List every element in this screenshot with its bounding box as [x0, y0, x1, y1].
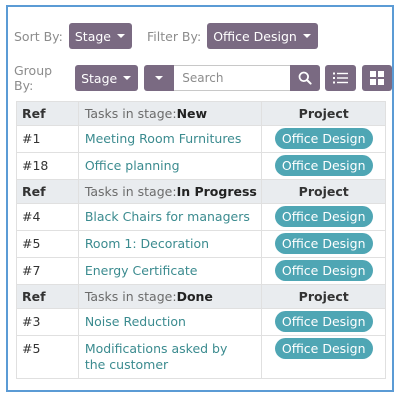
filter-by-dropdown[interactable]: Office Design: [207, 23, 318, 49]
task-name-link[interactable]: Black Chairs for managers: [77, 203, 263, 231]
stage-prefix: Tasks in stage:: [84, 288, 177, 304]
search-input[interactable]: [174, 65, 291, 91]
project-cell: Office Design: [261, 230, 386, 258]
task-ref: #1: [16, 125, 79, 153]
ref-column-header: Ref: [16, 101, 79, 126]
group-header-row: Ref Tasks in stage:In Progress Project: [16, 179, 386, 204]
grid-view-icon: [369, 71, 384, 85]
group-header-row: Ref Tasks in stage:Done Project: [16, 284, 386, 309]
task-name-link[interactable]: Modifications asked by the customer: [77, 335, 263, 379]
group-header-row: Ref Tasks in stage:New Project: [16, 101, 386, 126]
sort-filter-bar: Sort By: Stage Filter By: Office Design: [14, 23, 318, 49]
task-name-link[interactable]: Office planning: [77, 152, 263, 180]
task-row[interactable]: #18 Office planning Office Design: [16, 152, 386, 180]
grid-view-button[interactable]: [361, 65, 392, 91]
project-cell: Office Design: [261, 203, 386, 231]
stage-header: Tasks in stage:New: [77, 101, 263, 126]
caret-down-icon: [123, 76, 132, 80]
magnifier-icon: [298, 71, 312, 85]
sort-by-label: Sort By:: [14, 28, 63, 44]
group-search-bar: Group By: Stage: [14, 63, 392, 93]
ref-column-header: Ref: [16, 284, 79, 309]
project-column-header: Project: [261, 179, 386, 204]
sort-by-dropdown[interactable]: Stage: [68, 23, 132, 49]
stage-prefix: Tasks in stage:: [84, 183, 177, 199]
search-button[interactable]: [290, 65, 321, 91]
task-row[interactable]: #1 Meeting Room Furnitures Office Design: [16, 125, 386, 153]
project-column-header: Project: [261, 284, 386, 309]
project-badge[interactable]: Office Design: [274, 155, 373, 176]
task-ref: #5: [16, 335, 79, 379]
stage-prefix: Tasks in stage:: [84, 105, 177, 121]
project-cell: Office Design: [261, 308, 386, 336]
sort-by-value: Stage: [74, 28, 111, 44]
stage-header: Tasks in stage:In Progress: [77, 179, 263, 204]
filter-by-value: Office Design: [213, 28, 297, 44]
search-group: [144, 65, 321, 91]
ref-column-header: Ref: [16, 179, 79, 204]
caret-down-icon: [117, 34, 125, 38]
task-row[interactable]: #7 Energy Certificate Office Design: [16, 257, 386, 285]
list-view-icon: [332, 72, 348, 84]
task-row[interactable]: #4 Black Chairs for managers Office Desi…: [16, 203, 386, 231]
task-name-link[interactable]: Energy Certificate: [77, 257, 263, 285]
group-by-label: Group By:: [14, 63, 53, 93]
project-badge[interactable]: Office Design: [274, 233, 373, 254]
task-row[interactable]: #3 Noise Reduction Office Design: [16, 308, 386, 336]
task-row[interactable]: #5 Room 1: Decoration Office Design: [16, 230, 386, 258]
project-cell: Office Design: [261, 125, 386, 153]
task-name-link[interactable]: Noise Reduction: [77, 308, 263, 336]
task-row[interactable]: #5 Modifications asked by the customer O…: [16, 335, 386, 379]
task-ref: #7: [16, 257, 79, 285]
list-view-button[interactable]: [325, 65, 356, 91]
task-ref: #5: [16, 230, 79, 258]
filter-by-label: Filter By:: [147, 28, 202, 44]
project-badge[interactable]: Office Design: [274, 338, 373, 359]
tasks-table: Ref Tasks in stage:New Project #1 Meetin…: [16, 101, 386, 379]
project-column-header: Project: [261, 101, 386, 126]
stage-name: New: [176, 105, 208, 121]
task-panel: Sort By: Stage Filter By: Office Design …: [6, 5, 394, 392]
stage-name: Done: [176, 288, 213, 304]
project-cell: Office Design: [261, 152, 386, 180]
project-cell: Office Design: [261, 257, 386, 285]
project-badge[interactable]: Office Design: [274, 206, 373, 227]
task-ref: #3: [16, 308, 79, 336]
caret-down-icon: [155, 76, 164, 80]
caret-down-icon: [302, 34, 311, 38]
task-name-link[interactable]: Meeting Room Furnitures: [77, 125, 263, 153]
search-filter-toggle-button[interactable]: [144, 65, 175, 91]
group-by-value: Stage: [81, 70, 118, 86]
stage-name: In Progress: [176, 183, 257, 199]
stage-header: Tasks in stage:Done: [77, 284, 263, 309]
project-badge[interactable]: Office Design: [274, 311, 373, 332]
task-name-link[interactable]: Room 1: Decoration: [77, 230, 263, 258]
task-ref: #18: [16, 152, 79, 180]
group-by-dropdown[interactable]: Stage: [75, 65, 139, 91]
task-ref: #4: [16, 203, 79, 231]
project-cell: Office Design: [261, 335, 386, 379]
project-badge[interactable]: Office Design: [274, 260, 373, 281]
project-badge[interactable]: Office Design: [274, 128, 373, 149]
